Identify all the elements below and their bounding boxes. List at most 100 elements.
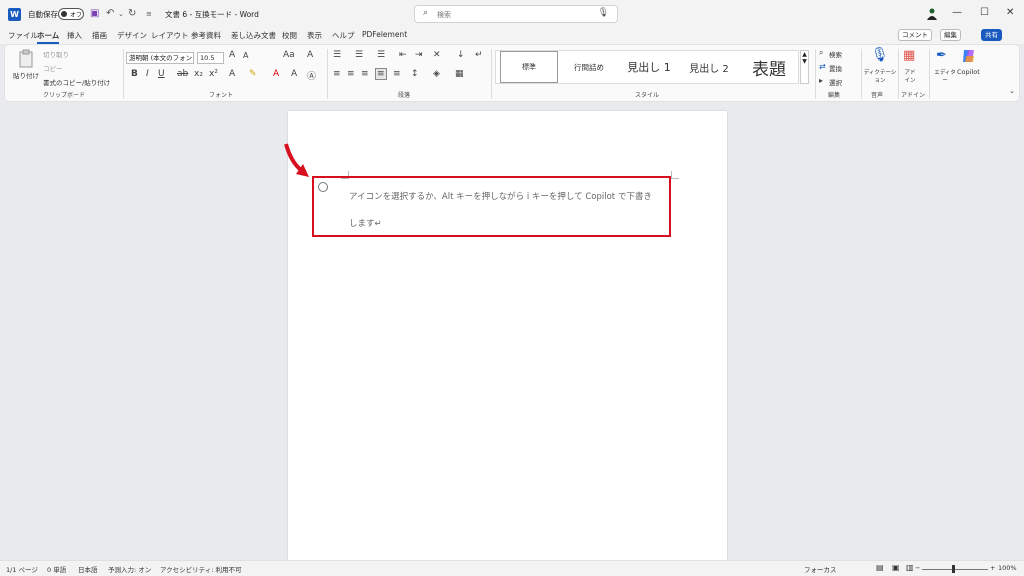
comment-button[interactable]: コメント <box>898 29 932 41</box>
align-right-icon[interactable]: ≡ <box>361 69 369 79</box>
copy-button[interactable]: コピー <box>43 63 63 73</box>
text-prediction[interactable]: 予測入力: オン <box>108 564 151 574</box>
cut-button[interactable]: 切り取り <box>43 49 69 59</box>
tab-design[interactable]: デザイン <box>117 30 147 41</box>
style-normal[interactable]: 標準 <box>500 51 558 83</box>
shrink-font-icon[interactable]: A <box>243 51 248 60</box>
zoom-slider-thumb[interactable] <box>952 565 955 573</box>
zoom-level[interactable]: 100% <box>998 564 1017 572</box>
customize-quick-access-icon[interactable]: ≡ <box>146 10 152 18</box>
share-button[interactable]: 共有 <box>981 29 1002 41</box>
tab-draw[interactable]: 描画 <box>92 30 107 41</box>
addins-button[interactable]: アドイン <box>902 68 918 84</box>
styles-gallery: 標準 行間詰め 見出し 1 見出し 2 表題 <box>495 50 799 84</box>
page-count[interactable]: 1/1 ページ <box>6 564 38 574</box>
redo-icon[interactable]: ↻ <box>128 8 136 19</box>
word-count[interactable]: 0 単語 <box>47 564 66 574</box>
tab-mailings[interactable]: 差し込み文書 <box>231 30 276 41</box>
undo-dropdown-icon[interactable]: ⌄ <box>118 10 124 18</box>
minimize-icon[interactable]: — <box>952 7 962 18</box>
style-no-spacing[interactable]: 行間詰め <box>560 51 618 83</box>
italic-icon[interactable]: I <box>146 69 149 79</box>
character-shading-icon[interactable]: A <box>291 69 297 79</box>
font-color-icon[interactable]: A <box>273 69 279 79</box>
tab-insert[interactable]: 挿入 <box>67 30 82 41</box>
bullets-icon[interactable]: ☰ <box>333 50 341 60</box>
dictate-button[interactable]: ディクテーション <box>863 68 897 84</box>
replace-button[interactable]: 置換 <box>829 63 842 73</box>
read-mode-icon[interactable]: ▤ <box>876 563 884 572</box>
editor-icon[interactable]: ✒ <box>936 48 947 63</box>
strikethrough-icon[interactable]: ab <box>177 69 188 79</box>
line-spacing-icon[interactable]: ↕ <box>411 69 419 79</box>
change-case-icon[interactable]: Aa <box>283 50 295 60</box>
addins-icon[interactable]: ▦ <box>903 48 915 63</box>
numbering-icon[interactable]: ☰ <box>355 50 363 60</box>
collapse-ribbon-icon[interactable]: ⌄ <box>1009 87 1015 95</box>
find-button[interactable]: 検索 <box>829 49 842 59</box>
clear-formatting-icon[interactable]: A <box>307 50 313 60</box>
copilot-draft-icon[interactable] <box>318 182 328 192</box>
align-center-icon[interactable]: ≡ <box>347 69 355 79</box>
edit-mode-button[interactable]: 編集 <box>940 29 961 41</box>
autosave-toggle[interactable]: オフ <box>58 8 84 20</box>
tab-view[interactable]: 表示 <box>307 30 322 41</box>
print-layout-icon[interactable]: ▣ <box>892 563 900 572</box>
bold-icon[interactable]: B <box>131 69 138 79</box>
asian-layout-icon[interactable]: ✕ <box>433 50 441 60</box>
underline-icon[interactable]: U <box>158 69 165 79</box>
style-title[interactable]: 表題 <box>740 51 798 83</box>
borders-icon[interactable]: ▦ <box>455 69 464 79</box>
enclosed-character-icon[interactable]: Ⓐ <box>307 69 316 82</box>
tab-review[interactable]: 校閲 <box>282 30 297 41</box>
focus-mode-button[interactable]: フォーカス <box>804 564 837 574</box>
search-box[interactable]: ⌕ 🎙 <box>414 5 618 23</box>
style-heading-2[interactable]: 見出し 2 <box>680 51 738 83</box>
paste-icon[interactable] <box>17 49 37 69</box>
language[interactable]: 日本語 <box>78 564 98 574</box>
zoom-out-icon[interactable]: − <box>915 564 920 572</box>
format-painter-button[interactable]: 書式のコピー/貼り付け <box>43 77 110 87</box>
superscript-icon[interactable]: x² <box>209 69 218 79</box>
style-heading-1[interactable]: 見出し 1 <box>620 51 678 83</box>
increase-indent-icon[interactable]: ⇥ <box>415 50 423 60</box>
tab-layout[interactable]: レイアウト <box>151 30 189 41</box>
align-left-icon[interactable]: ≡ <box>333 69 341 79</box>
dictate-icon[interactable]: 🎙 <box>871 47 889 63</box>
text-effects-icon[interactable]: A <box>229 69 235 79</box>
copilot-icon[interactable] <box>961 48 977 64</box>
save-icon[interactable]: ▣ <box>90 8 99 19</box>
user-avatar-icon[interactable] <box>927 8 937 20</box>
multilevel-list-icon[interactable]: ☰ <box>377 50 385 60</box>
tab-file[interactable]: ファイル <box>8 30 38 41</box>
select-button[interactable]: 選択 <box>829 77 842 87</box>
distributed-icon[interactable]: ≡ <box>393 69 401 79</box>
tab-pdfelement[interactable]: PDFelement <box>362 30 407 39</box>
paste-button[interactable]: 貼り付け <box>13 70 39 80</box>
shading-icon[interactable]: ◈ <box>433 69 440 79</box>
justify-icon[interactable]: ≡ <box>375 68 387 80</box>
styles-scroll[interactable]: ▲ ▼ <box>800 50 809 84</box>
close-icon[interactable]: ✕ <box>1006 7 1014 18</box>
font-name-combo[interactable]: 游明朝 (本文のフォン <box>126 52 194 64</box>
zoom-in-icon[interactable]: + <box>990 564 995 572</box>
web-layout-icon[interactable]: ▥ <box>906 563 914 572</box>
copilot-button[interactable]: Copilot <box>957 68 980 76</box>
decrease-indent-icon[interactable]: ⇤ <box>399 50 407 60</box>
tab-help[interactable]: ヘルプ <box>332 30 355 41</box>
tab-references[interactable]: 参考資料 <box>191 30 221 41</box>
microphone-icon[interactable]: 🎙 <box>598 8 609 18</box>
grow-font-icon[interactable]: A <box>229 50 235 60</box>
sort-icon[interactable]: ↓ <box>457 50 465 60</box>
highlight-color-icon[interactable]: ✎ <box>249 69 257 79</box>
zoom-slider[interactable] <box>922 569 988 570</box>
show-marks-icon[interactable]: ↵ <box>475 50 483 60</box>
accessibility-status[interactable]: アクセシビリティ: 利用不可 <box>160 564 242 574</box>
tab-home[interactable]: ホーム <box>37 30 60 44</box>
font-size-combo[interactable]: 10.5 <box>197 52 224 64</box>
undo-icon[interactable]: ↶ <box>106 8 114 19</box>
maximize-icon[interactable]: ☐ <box>980 7 989 18</box>
subscript-icon[interactable]: x₂ <box>194 69 203 79</box>
editor-button[interactable]: エディター <box>933 68 957 84</box>
search-input[interactable] <box>437 8 597 21</box>
